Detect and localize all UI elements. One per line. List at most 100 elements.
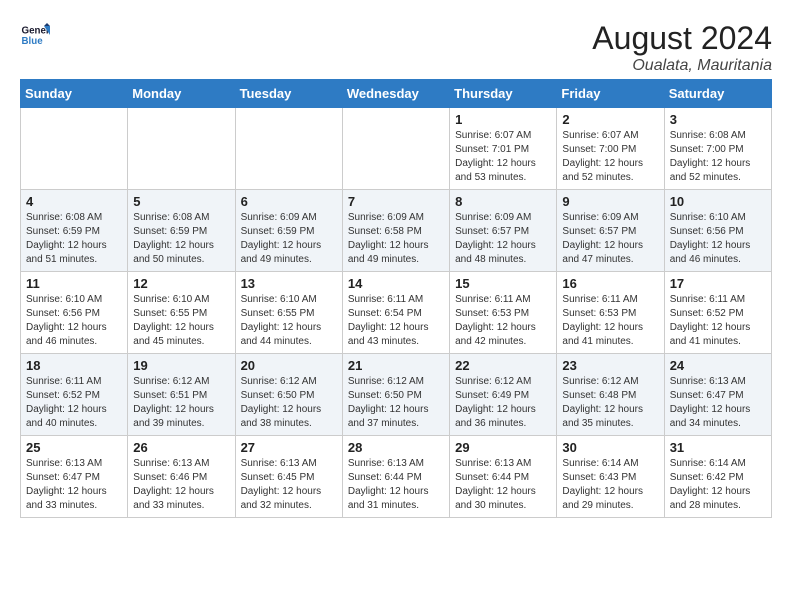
day-number: 25	[26, 440, 122, 455]
day-number: 19	[133, 358, 229, 373]
day-info: Sunrise: 6:07 AM Sunset: 7:00 PM Dayligh…	[562, 129, 658, 185]
day-number: 23	[562, 358, 658, 373]
weekday-header-friday: Friday	[557, 80, 664, 108]
day-number: 4	[26, 194, 122, 209]
day-number: 20	[241, 358, 337, 373]
day-info: Sunrise: 6:10 AM Sunset: 6:56 PM Dayligh…	[670, 211, 766, 267]
logo-icon: General Blue	[20, 20, 50, 50]
day-info: Sunrise: 6:10 AM Sunset: 6:56 PM Dayligh…	[26, 293, 122, 349]
calendar-body: 1 Sunrise: 6:07 AM Sunset: 7:01 PM Daylig…	[21, 108, 772, 518]
day-number: 7	[348, 194, 444, 209]
calendar-cell: 11 Sunrise: 6:10 AM Sunset: 6:56 PM Dayli…	[21, 272, 128, 354]
weekday-header-wednesday: Wednesday	[342, 80, 449, 108]
day-number: 15	[455, 276, 551, 291]
calendar-cell: 1 Sunrise: 6:07 AM Sunset: 7:01 PM Daylig…	[450, 108, 557, 190]
calendar-cell: 28 Sunrise: 6:13 AM Sunset: 6:44 PM Dayli…	[342, 436, 449, 518]
day-number: 12	[133, 276, 229, 291]
day-number: 14	[348, 276, 444, 291]
day-number: 9	[562, 194, 658, 209]
day-info: Sunrise: 6:13 AM Sunset: 6:46 PM Dayligh…	[133, 457, 229, 513]
day-info: Sunrise: 6:08 AM Sunset: 6:59 PM Dayligh…	[26, 211, 122, 267]
weekday-header-sunday: Sunday	[21, 80, 128, 108]
calendar-cell: 17 Sunrise: 6:11 AM Sunset: 6:52 PM Dayli…	[664, 272, 771, 354]
day-info: Sunrise: 6:13 AM Sunset: 6:47 PM Dayligh…	[26, 457, 122, 513]
day-number: 13	[241, 276, 337, 291]
day-info: Sunrise: 6:12 AM Sunset: 6:50 PM Dayligh…	[348, 375, 444, 431]
calendar-week-4: 18 Sunrise: 6:11 AM Sunset: 6:52 PM Dayli…	[21, 354, 772, 436]
calendar-cell: 10 Sunrise: 6:10 AM Sunset: 6:56 PM Dayli…	[664, 190, 771, 272]
calendar-cell: 16Sunrise: 6:11 AM Sunset: 6:53 PM Dayli…	[557, 272, 664, 354]
weekday-header-thursday: Thursday	[450, 80, 557, 108]
day-info: Sunrise: 6:11 AM Sunset: 6:52 PM Dayligh…	[670, 293, 766, 349]
day-number: 28	[348, 440, 444, 455]
day-info: Sunrise: 6:10 AM Sunset: 6:55 PM Dayligh…	[133, 293, 229, 349]
day-info: Sunrise: 6:14 AM Sunset: 6:42 PM Dayligh…	[670, 457, 766, 513]
day-info: Sunrise: 6:07 AM Sunset: 7:01 PM Dayligh…	[455, 129, 551, 185]
calendar-cell: 19Sunrise: 6:12 AM Sunset: 6:51 PM Dayli…	[128, 354, 235, 436]
calendar-cell	[342, 108, 449, 190]
day-number: 22	[455, 358, 551, 373]
calendar-week-1: 1 Sunrise: 6:07 AM Sunset: 7:01 PM Daylig…	[21, 108, 772, 190]
calendar-cell: 2 Sunrise: 6:07 AM Sunset: 7:00 PM Daylig…	[557, 108, 664, 190]
calendar-cell: 27 Sunrise: 6:13 AM Sunset: 6:45 PM Dayli…	[235, 436, 342, 518]
calendar-cell: 12 Sunrise: 6:10 AM Sunset: 6:55 PM Dayli…	[128, 272, 235, 354]
month-year: August 2024	[592, 20, 772, 57]
day-number: 18	[26, 358, 122, 373]
day-number: 3	[670, 112, 766, 127]
day-number: 6	[241, 194, 337, 209]
calendar-cell: 7 Sunrise: 6:09 AM Sunset: 6:58 PM Daylig…	[342, 190, 449, 272]
location: Oualata, Mauritania	[592, 57, 772, 75]
calendar-cell: 30Sunrise: 6:14 AM Sunset: 6:43 PM Dayli…	[557, 436, 664, 518]
day-info: Sunrise: 6:13 AM Sunset: 6:44 PM Dayligh…	[455, 457, 551, 513]
day-info: Sunrise: 6:09 AM Sunset: 6:58 PM Dayligh…	[348, 211, 444, 267]
title-block: August 2024 Oualata, Mauritania	[592, 20, 772, 75]
calendar-cell: 24 Sunrise: 6:13 AM Sunset: 6:47 PM Dayli…	[664, 354, 771, 436]
calendar-cell	[235, 108, 342, 190]
calendar-cell: 20 Sunrise: 6:12 AM Sunset: 6:50 PM Dayli…	[235, 354, 342, 436]
day-number: 27	[241, 440, 337, 455]
day-number: 21	[348, 358, 444, 373]
day-info: Sunrise: 6:11 AM Sunset: 6:53 PM Dayligh…	[455, 293, 551, 349]
calendar-week-5: 25 Sunrise: 6:13 AM Sunset: 6:47 PM Dayli…	[21, 436, 772, 518]
day-number: 2	[562, 112, 658, 127]
calendar-cell: 23Sunrise: 6:12 AM Sunset: 6:48 PM Dayli…	[557, 354, 664, 436]
calendar-week-2: 4 Sunrise: 6:08 AM Sunset: 6:59 PM Daylig…	[21, 190, 772, 272]
calendar-cell: 5 Sunrise: 6:08 AM Sunset: 6:59 PM Daylig…	[128, 190, 235, 272]
day-number: 31	[670, 440, 766, 455]
day-info: Sunrise: 6:11 AM Sunset: 6:54 PM Dayligh…	[348, 293, 444, 349]
weekday-header-saturday: Saturday	[664, 80, 771, 108]
day-info: Sunrise: 6:12 AM Sunset: 6:50 PM Dayligh…	[241, 375, 337, 431]
day-info: Sunrise: 6:13 AM Sunset: 6:44 PM Dayligh…	[348, 457, 444, 513]
day-number: 29	[455, 440, 551, 455]
calendar-cell: 18 Sunrise: 6:11 AM Sunset: 6:52 PM Dayli…	[21, 354, 128, 436]
day-number: 10	[670, 194, 766, 209]
calendar-cell: 3Sunrise: 6:08 AM Sunset: 7:00 PM Daylig…	[664, 108, 771, 190]
page-header: General Blue August 2024 Oualata, Maurit…	[20, 20, 772, 75]
calendar-cell: 14 Sunrise: 6:11 AM Sunset: 6:54 PM Dayli…	[342, 272, 449, 354]
logo: General Blue	[20, 20, 50, 50]
weekday-header-tuesday: Tuesday	[235, 80, 342, 108]
day-info: Sunrise: 6:13 AM Sunset: 6:45 PM Dayligh…	[241, 457, 337, 513]
calendar-table: SundayMondayTuesdayWednesdayThursdayFrid…	[20, 79, 772, 518]
calendar-cell: 9 Sunrise: 6:09 AM Sunset: 6:57 PM Daylig…	[557, 190, 664, 272]
day-info: Sunrise: 6:12 AM Sunset: 6:49 PM Dayligh…	[455, 375, 551, 431]
calendar-cell: 13Sunrise: 6:10 AM Sunset: 6:55 PM Dayli…	[235, 272, 342, 354]
day-info: Sunrise: 6:09 AM Sunset: 6:59 PM Dayligh…	[241, 211, 337, 267]
day-number: 17	[670, 276, 766, 291]
day-number: 1	[455, 112, 551, 127]
calendar-cell: 15 Sunrise: 6:11 AM Sunset: 6:53 PM Dayli…	[450, 272, 557, 354]
day-number: 16	[562, 276, 658, 291]
calendar-cell	[21, 108, 128, 190]
day-info: Sunrise: 6:08 AM Sunset: 6:59 PM Dayligh…	[133, 211, 229, 267]
day-number: 5	[133, 194, 229, 209]
day-number: 30	[562, 440, 658, 455]
weekday-header-row: SundayMondayTuesdayWednesdayThursdayFrid…	[21, 80, 772, 108]
day-info: Sunrise: 6:13 AM Sunset: 6:47 PM Dayligh…	[670, 375, 766, 431]
day-number: 24	[670, 358, 766, 373]
calendar-cell: 25 Sunrise: 6:13 AM Sunset: 6:47 PM Dayli…	[21, 436, 128, 518]
day-number: 26	[133, 440, 229, 455]
day-number: 11	[26, 276, 122, 291]
day-info: Sunrise: 6:09 AM Sunset: 6:57 PM Dayligh…	[562, 211, 658, 267]
day-info: Sunrise: 6:11 AM Sunset: 6:52 PM Dayligh…	[26, 375, 122, 431]
svg-text:Blue: Blue	[22, 36, 44, 47]
